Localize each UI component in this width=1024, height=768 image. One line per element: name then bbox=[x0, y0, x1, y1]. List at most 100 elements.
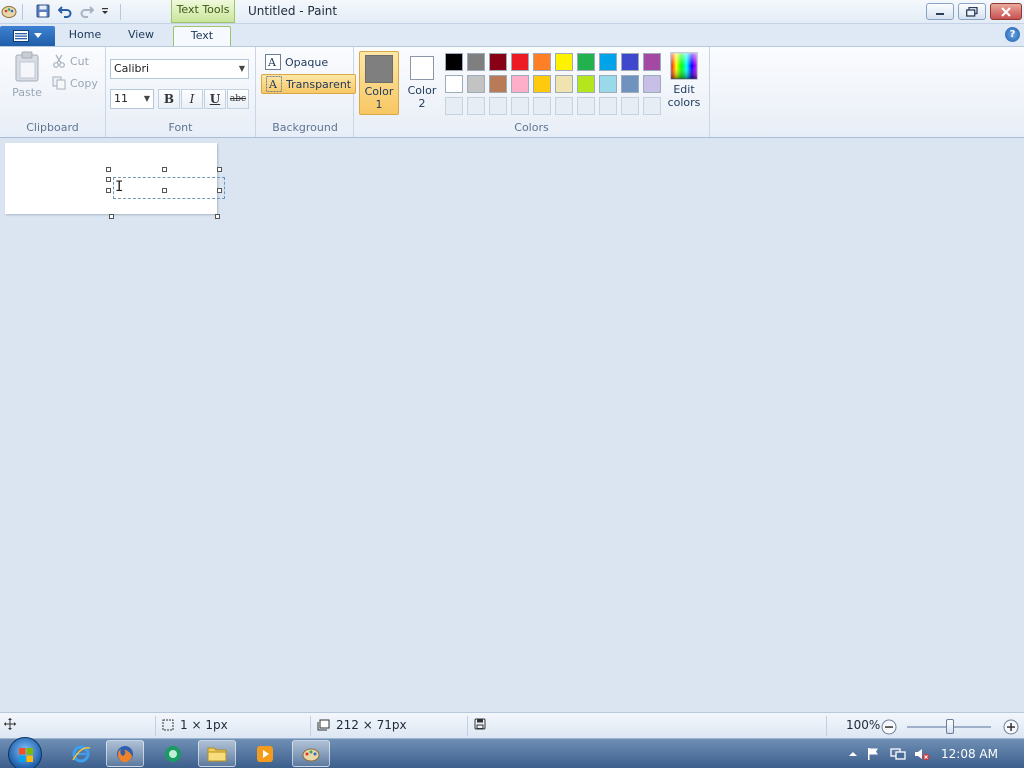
color1-label: Color bbox=[364, 85, 394, 98]
paint-icon bbox=[302, 748, 320, 761]
color-swatch[interactable] bbox=[621, 75, 639, 93]
copy-label: Copy bbox=[70, 76, 98, 90]
bold-button[interactable]: B bbox=[158, 89, 180, 109]
color-swatch[interactable] bbox=[511, 97, 529, 115]
undo-icon[interactable] bbox=[56, 2, 74, 20]
explorer-taskbar-button[interactable] bbox=[198, 740, 236, 767]
zoom-slider-thumb[interactable] bbox=[946, 719, 954, 734]
resize-handle[interactable] bbox=[162, 167, 167, 172]
color-swatch[interactable] bbox=[599, 53, 617, 71]
color2-button[interactable]: Color 2 bbox=[402, 51, 442, 115]
italic-button[interactable]: I bbox=[181, 89, 203, 109]
save-icon[interactable] bbox=[34, 2, 52, 20]
color-swatch[interactable] bbox=[577, 97, 595, 115]
start-button[interactable] bbox=[8, 737, 42, 768]
font-group-label: Font bbox=[168, 121, 193, 134]
resize-handle[interactable] bbox=[217, 167, 222, 172]
minimize-button[interactable] bbox=[926, 3, 954, 20]
resize-handle[interactable] bbox=[106, 188, 111, 193]
color1-button[interactable]: Color 1 bbox=[359, 51, 399, 115]
text-tools-context-label: Text Tools bbox=[171, 0, 235, 23]
paste-button[interactable]: Paste bbox=[8, 51, 46, 109]
transparent-button[interactable]: A Transparent bbox=[261, 74, 357, 94]
close-button[interactable] bbox=[990, 3, 1022, 20]
color-swatch[interactable] bbox=[489, 75, 507, 93]
tab-text[interactable]: Text bbox=[173, 26, 231, 48]
edit-colors-button[interactable]: Edit colors bbox=[664, 51, 704, 115]
drawing-canvas[interactable]: I bbox=[5, 143, 225, 214]
color-swatch[interactable] bbox=[643, 97, 661, 115]
background-group-label: Background bbox=[272, 121, 338, 134]
copy-button[interactable]: Copy bbox=[52, 76, 98, 90]
strikethrough-button[interactable]: abc bbox=[227, 89, 249, 109]
chevron-down-icon bbox=[34, 33, 42, 38]
color-swatch[interactable] bbox=[577, 53, 595, 71]
color-swatch[interactable] bbox=[467, 75, 485, 93]
firefox-taskbar-button[interactable] bbox=[106, 740, 144, 767]
volume-muted-icon[interactable] bbox=[914, 747, 930, 761]
color-swatch[interactable] bbox=[555, 53, 573, 71]
color-spectrum-icon bbox=[670, 52, 698, 80]
color-swatch[interactable] bbox=[533, 53, 551, 71]
show-hidden-icons-icon[interactable] bbox=[846, 747, 860, 761]
font-size-select[interactable]: 11 ▼ bbox=[110, 89, 154, 109]
action-center-flag-icon[interactable] bbox=[866, 747, 880, 761]
resize-handle[interactable] bbox=[106, 177, 111, 182]
color-swatch[interactable] bbox=[577, 75, 595, 93]
color-swatch[interactable] bbox=[599, 97, 617, 115]
color-swatch[interactable] bbox=[445, 75, 463, 93]
internet-explorer-taskbar-button[interactable] bbox=[62, 740, 100, 767]
color-swatch[interactable] bbox=[467, 97, 485, 115]
opaque-button[interactable]: A Opaque bbox=[261, 52, 332, 72]
color-swatch[interactable] bbox=[555, 97, 573, 115]
paint-menu-button[interactable] bbox=[0, 26, 55, 46]
resize-handle[interactable] bbox=[106, 167, 111, 172]
color-swatch[interactable] bbox=[489, 97, 507, 115]
resize-handle[interactable] bbox=[217, 188, 222, 193]
redo-icon[interactable] bbox=[78, 2, 96, 20]
font-group: Calibri ▼ 11 ▼ B I U abc Font bbox=[106, 47, 256, 137]
color-swatch[interactable] bbox=[511, 75, 529, 93]
canvas-workspace[interactable]: I bbox=[0, 138, 1024, 712]
network-icon[interactable] bbox=[890, 747, 906, 761]
paint-app-icon[interactable] bbox=[0, 2, 18, 20]
tab-view[interactable]: View bbox=[116, 26, 166, 46]
media-player-taskbar-button[interactable] bbox=[246, 740, 284, 767]
color-swatch[interactable] bbox=[511, 53, 529, 71]
scissors-icon bbox=[53, 54, 65, 68]
color-swatch[interactable] bbox=[467, 53, 485, 71]
color-swatch[interactable] bbox=[555, 75, 573, 93]
color-swatch[interactable] bbox=[533, 75, 551, 93]
media-center-taskbar-button[interactable] bbox=[154, 740, 192, 767]
color-swatch[interactable] bbox=[643, 53, 661, 71]
paint-taskbar-button[interactable] bbox=[292, 740, 330, 767]
font-family-select[interactable]: Calibri ▼ bbox=[110, 59, 249, 79]
color-swatch[interactable] bbox=[445, 53, 463, 71]
color-swatch[interactable] bbox=[621, 53, 639, 71]
zoom-out-button[interactable] bbox=[881, 719, 897, 735]
color-swatch[interactable] bbox=[621, 97, 639, 115]
canvas-resize-handle[interactable] bbox=[215, 214, 220, 219]
color-swatch[interactable] bbox=[489, 53, 507, 71]
cut-label: Cut bbox=[70, 54, 89, 68]
tab-home[interactable]: Home bbox=[60, 26, 110, 46]
title-bar: Text Tools Untitled - Paint bbox=[0, 0, 1024, 24]
text-entry-box[interactable] bbox=[113, 177, 225, 199]
transparent-icon: A bbox=[266, 76, 282, 92]
color-swatch[interactable] bbox=[533, 97, 551, 115]
zoom-in-button[interactable] bbox=[1003, 719, 1019, 735]
resize-handle[interactable] bbox=[162, 188, 167, 193]
canvas-resize-handle[interactable] bbox=[109, 214, 114, 219]
clipboard-group-label: Clipboard bbox=[26, 121, 79, 134]
restore-button[interactable] bbox=[958, 3, 986, 20]
color-swatch[interactable] bbox=[445, 97, 463, 115]
underline-button[interactable]: U bbox=[204, 89, 226, 109]
windows-logo-icon bbox=[19, 748, 33, 762]
color-swatch[interactable] bbox=[599, 75, 617, 93]
help-icon[interactable]: ? bbox=[1005, 27, 1020, 42]
color-swatch[interactable] bbox=[643, 75, 661, 93]
taskbar-clock[interactable]: 12:08 AM bbox=[941, 747, 998, 761]
cut-button[interactable]: Cut bbox=[52, 54, 89, 68]
move-cursor-icon bbox=[4, 718, 16, 730]
customize-qat-icon[interactable] bbox=[96, 2, 114, 20]
